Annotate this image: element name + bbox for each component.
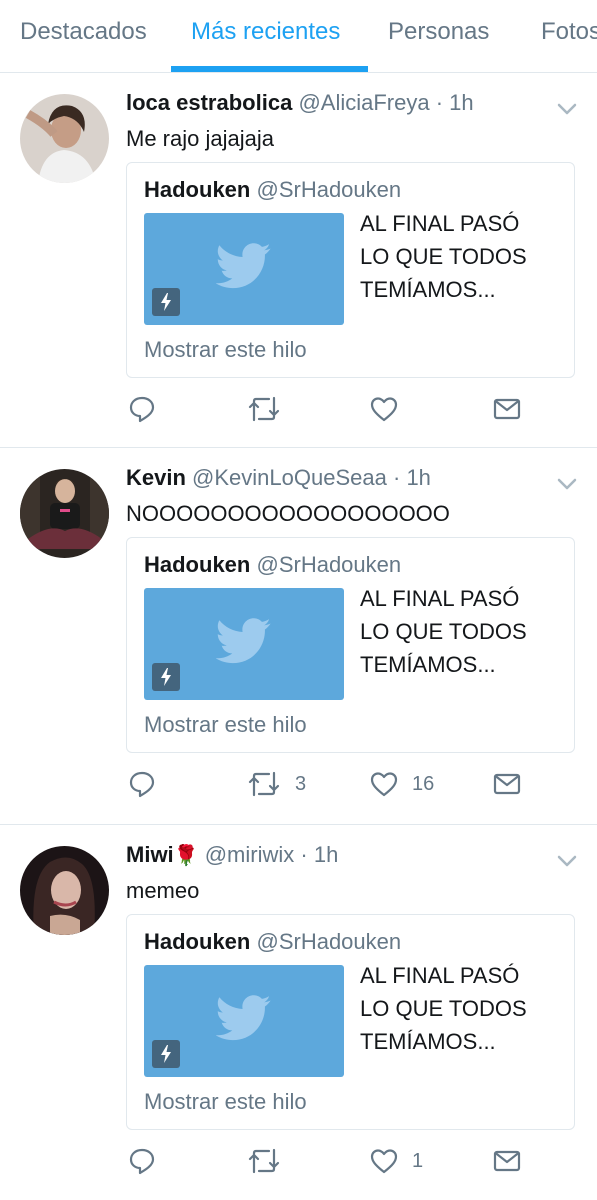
quoted-author-handle: @SrHadouken: [256, 552, 402, 577]
reply-button[interactable]: [128, 394, 156, 424]
chevron-down-icon[interactable]: [556, 854, 578, 868]
quoted-author-handle: @SrHadouken: [256, 929, 402, 954]
quoted-author-name: Hadouken: [144, 177, 251, 202]
envelope-icon: [493, 1150, 521, 1172]
quoted-tweet-card[interactable]: Hadouken @SrHadouken AL FINAL PASÓ LO QU…: [126, 162, 575, 378]
tweet-header: loca estrabolica @AliciaFreya · 1h: [126, 90, 474, 116]
tab-mas-recientes[interactable]: Más recientes: [191, 18, 340, 46]
like-count: 16: [412, 772, 435, 795]
card-title-line: LO QUE TODOS: [360, 996, 527, 1021]
retweet-button[interactable]: [247, 1146, 295, 1176]
author-name[interactable]: loca estrabolica: [126, 90, 292, 115]
retweet-icon: [248, 396, 280, 422]
tweet-actions: 1: [0, 1146, 597, 1178]
author-handle[interactable]: @KevinLoQueSeaa: [192, 465, 387, 490]
avatar[interactable]: [20, 846, 109, 935]
tab-fotos[interactable]: Fotos: [541, 18, 597, 46]
author-handle[interactable]: @AliciaFreya: [298, 90, 429, 115]
reply-icon: [129, 396, 155, 423]
twitter-bird-icon: [216, 995, 271, 1041]
rose-emoji: 🌹: [173, 845, 199, 867]
tweet-actions: [0, 394, 597, 426]
envelope-icon: [493, 398, 521, 420]
reply-button[interactable]: [128, 1146, 156, 1176]
timestamp[interactable]: 1h: [449, 90, 473, 115]
reply-icon: [129, 771, 155, 798]
quoted-tweet-card[interactable]: Hadouken @SrHadouken AL FINAL PASÓ LO QU…: [126, 914, 575, 1130]
card-media-thumbnail[interactable]: [144, 965, 344, 1077]
author-name[interactable]: Miwi: [126, 842, 174, 867]
heart-icon: [370, 772, 398, 797]
tweet-item[interactable]: loca estrabolica @AliciaFreya · 1h Me ra…: [0, 74, 597, 448]
chevron-down-icon[interactable]: [556, 477, 578, 491]
show-thread-link[interactable]: Mostrar este hilo: [144, 712, 307, 738]
card-title-line: TEMÍAMOS...: [360, 1029, 496, 1054]
lightning-icon: [152, 663, 180, 691]
twitter-bird-icon: [216, 243, 271, 289]
card-title-line: TEMÍAMOS...: [360, 652, 496, 677]
card-title-line: LO QUE TODOS: [360, 244, 527, 269]
search-tabs: Destacados Más recientes Personas Fotos: [0, 0, 597, 73]
card-title-line: LO QUE TODOS: [360, 619, 527, 644]
card-title-line: AL FINAL PASÓ: [360, 963, 520, 988]
tab-personas[interactable]: Personas: [388, 18, 489, 46]
quoted-author-name: Hadouken: [144, 929, 251, 954]
retweet-count: 3: [295, 772, 307, 795]
heart-icon: [370, 1149, 398, 1174]
direct-message-button[interactable]: [493, 769, 521, 799]
retweet-button[interactable]: [247, 394, 295, 424]
tweet-header: Miwi🌹 @miriwix · 1h: [126, 842, 338, 868]
heart-icon: [370, 397, 398, 422]
like-count: 1: [412, 1149, 424, 1172]
tweet-text: NOOOOOOOOOOOOOOOOOO: [126, 501, 450, 526]
card-media-thumbnail[interactable]: [144, 213, 344, 325]
quoted-author-handle: @SrHadouken: [256, 177, 402, 202]
tweet-text: Me rajo jajajaja: [126, 126, 274, 151]
card-title-line: AL FINAL PASÓ: [360, 586, 520, 611]
envelope-icon: [493, 773, 521, 795]
card-title-line: AL FINAL PASÓ: [360, 211, 520, 236]
quoted-tweet-header: Hadouken @SrHadouken: [144, 929, 401, 955]
tab-destacados[interactable]: Destacados: [20, 18, 147, 46]
show-thread-link[interactable]: Mostrar este hilo: [144, 337, 307, 363]
tweet-item[interactable]: Miwi🌹 @miriwix · 1h memeo Hadouken @SrHa…: [0, 826, 597, 1200]
tweet-item[interactable]: Kevin @KevinLoQueSeaa · 1h NOOOOOOOOOOOO…: [0, 449, 597, 825]
chevron-down-icon[interactable]: [556, 102, 578, 116]
tweet-actions: 3 16: [0, 769, 597, 801]
card-media-thumbnail[interactable]: [144, 588, 344, 700]
author-handle[interactable]: @miriwix: [205, 842, 295, 867]
separator-dot: ·: [300, 842, 308, 867]
like-button[interactable]: 16: [370, 769, 434, 799]
author-name[interactable]: Kevin: [126, 465, 186, 490]
quoted-author-name: Hadouken: [144, 552, 251, 577]
tweet-text: memeo: [126, 878, 200, 903]
quoted-tweet-card[interactable]: Hadouken @SrHadouken AL FINAL PASÓ LO QU…: [126, 537, 575, 753]
avatar[interactable]: [20, 94, 109, 183]
direct-message-button[interactable]: [493, 1146, 521, 1176]
lightning-icon: [152, 1040, 180, 1068]
quoted-tweet-header: Hadouken @SrHadouken: [144, 177, 401, 203]
show-thread-link[interactable]: Mostrar este hilo: [144, 1089, 307, 1115]
retweet-icon: [248, 771, 280, 797]
timestamp[interactable]: 1h: [314, 842, 338, 867]
like-button[interactable]: 1: [370, 1146, 423, 1176]
avatar[interactable]: [20, 469, 109, 558]
separator-dot: ·: [392, 465, 401, 490]
separator-dot: ·: [435, 90, 444, 115]
retweet-icon: [248, 1148, 280, 1174]
reply-icon: [129, 1148, 155, 1175]
card-title-line: TEMÍAMOS...: [360, 277, 496, 302]
like-button[interactable]: [370, 394, 412, 424]
quoted-tweet-header: Hadouken @SrHadouken: [144, 552, 401, 578]
direct-message-button[interactable]: [493, 394, 521, 424]
tweet-header: Kevin @KevinLoQueSeaa · 1h: [126, 465, 431, 491]
active-tab-indicator: [171, 66, 368, 72]
reply-button[interactable]: [128, 769, 156, 799]
lightning-icon: [152, 288, 180, 316]
timestamp[interactable]: 1h: [406, 465, 430, 490]
retweet-button[interactable]: 3: [247, 769, 306, 799]
twitter-bird-icon: [216, 618, 271, 664]
